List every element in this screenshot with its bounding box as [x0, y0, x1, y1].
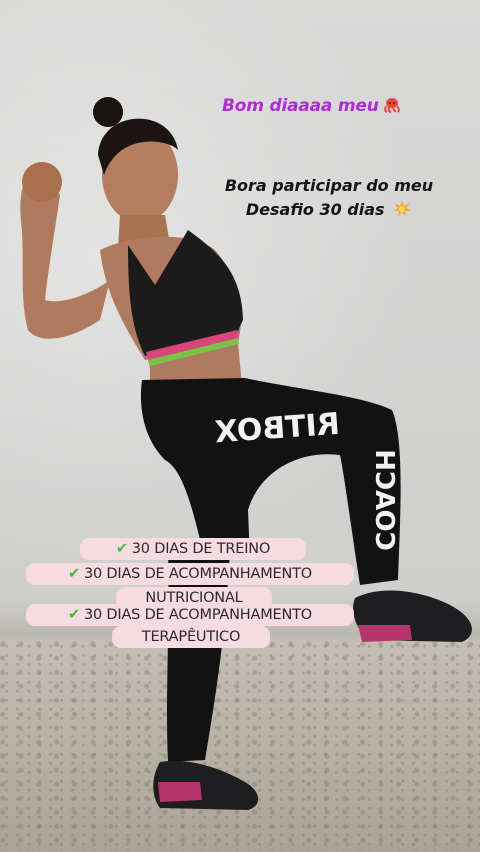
invite-line-2: Desafio 30 dias: [245, 200, 385, 219]
check-mark-icon: ✔: [67, 607, 80, 623]
checklist-item-training: ✔ 30 DIAS DE TREINO: [80, 538, 306, 560]
checklist-label: 30 DIAS DE TREINO: [131, 541, 271, 557]
leggings-text-2: COACH: [369, 449, 399, 550]
greeting-label: Bom diaaaa meu: [222, 96, 379, 116]
story-canvas: RITBOX COACH Bom diaaaa meu Bora partici…: [0, 0, 480, 852]
checklist-label: 30 DIAS DE ACOMPANHAMENTO: [83, 566, 313, 582]
check-mark-icon: ✔: [115, 541, 128, 557]
invite-line-1: Bora participar do meu: [224, 176, 434, 195]
checklist-label: 30 DIAS DE ACOMPANHAMENTO: [83, 607, 313, 623]
invite-line-2-wrap: Desafio 30 dias: [194, 198, 464, 222]
checklist-item-nutrition: ✔ 30 DIAS DE ACOMPANHAMENTO: [26, 563, 354, 585]
person-photo: RITBOX COACH: [20, 97, 472, 810]
check-mark-icon: ✔: [67, 566, 80, 582]
sparkle-burst-icon: [392, 200, 412, 218]
checklist-item-therapy: ✔ 30 DIAS DE ACOMPANHAMENTO: [26, 604, 354, 626]
octopus-icon: [383, 97, 401, 113]
greeting-text: Bom diaaaa meu: [222, 96, 401, 116]
checklist-item-therapy-cont: TERAPÊUTICO: [112, 626, 270, 648]
challenge-invite: Bora participar do meu Desafio 30 dias: [194, 174, 464, 222]
checklist-label: TERAPÊUTICO: [141, 629, 241, 645]
